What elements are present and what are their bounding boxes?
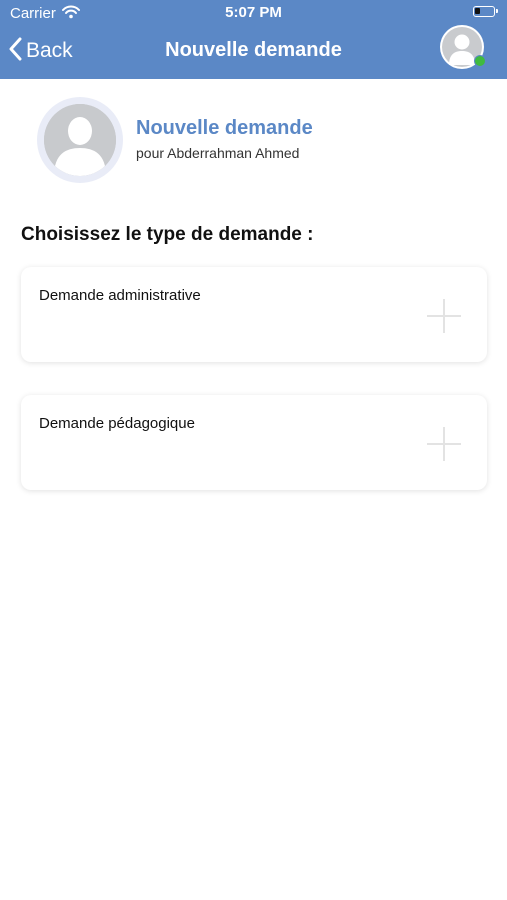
request-type-label: Demande administrative <box>39 287 201 304</box>
request-type-card-administrative[interactable]: Demande administrative <box>21 267 487 362</box>
request-type-card-pedagogical[interactable]: Demande pédagogique <box>21 395 487 490</box>
plus-icon <box>427 427 461 461</box>
plus-icon <box>427 299 461 333</box>
nav-title: Nouvelle demande <box>165 39 342 61</box>
screen: Carrier 5:07 PM Back Nouvelle demande No… <box>0 0 507 900</box>
status-time: 5:07 PM <box>225 4 282 21</box>
status-bar: Carrier 5:07 PM <box>0 0 507 28</box>
profile-avatar <box>37 97 123 183</box>
section-heading: Choisissez le type de demande : <box>21 224 314 245</box>
page-title: Nouvelle demande <box>136 117 313 139</box>
top-bar: Carrier 5:07 PM Back Nouvelle demande <box>0 0 507 79</box>
page-subtitle: pour Abderrahman Ahmed <box>136 145 300 161</box>
online-status-dot <box>474 55 486 67</box>
request-type-label: Demande pédagogique <box>39 415 195 432</box>
user-silhouette-icon <box>44 104 116 176</box>
battery-icon <box>473 6 498 17</box>
